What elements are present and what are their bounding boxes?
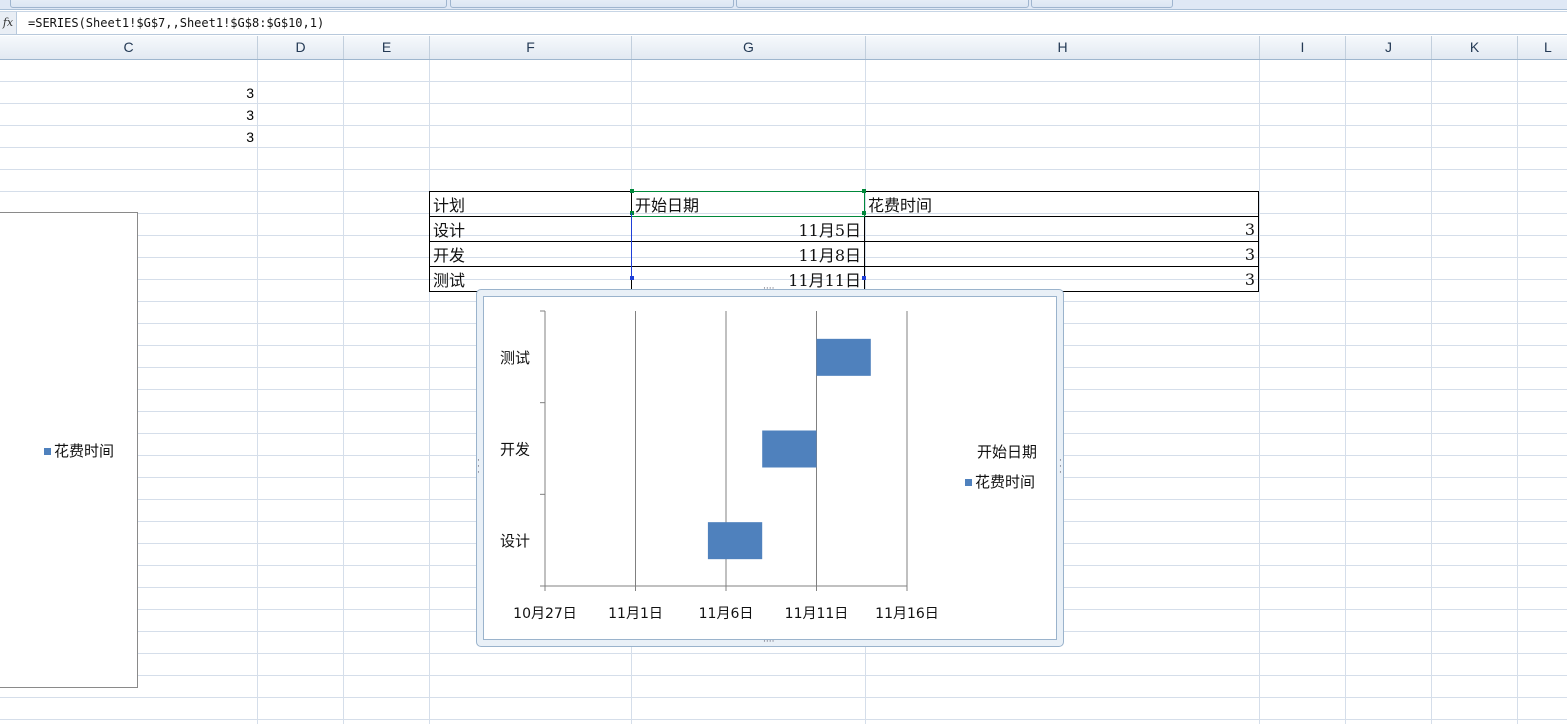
chart-legend-title[interactable]: 开始日期 (977, 441, 1037, 462)
gantt-bar (816, 338, 871, 376)
x-tick-label: 11月6日 (699, 606, 754, 622)
gantt-bar (762, 430, 817, 468)
gantt-bar (707, 522, 763, 560)
legend-swatch-icon (965, 479, 972, 486)
gantt-chart-plot[interactable]: 10月27日 11月1日 11月6日 11月11日 11月16日 设计 开发 测试 (0, 0, 1567, 724)
chart-legend-item[interactable]: 花费时间 (965, 471, 1035, 492)
x-tick-label: 11月16日 (875, 606, 939, 622)
x-tick-label: 11月1日 (608, 606, 663, 622)
x-tick-label: 10月27日 (513, 606, 577, 622)
y-tick-label: 测试 (500, 349, 530, 367)
legend-label: 花费时间 (975, 473, 1036, 491)
x-tick-label: 11月11日 (785, 606, 849, 622)
y-tick-label: 开发 (500, 441, 530, 459)
y-tick-label: 设计 (500, 532, 530, 550)
